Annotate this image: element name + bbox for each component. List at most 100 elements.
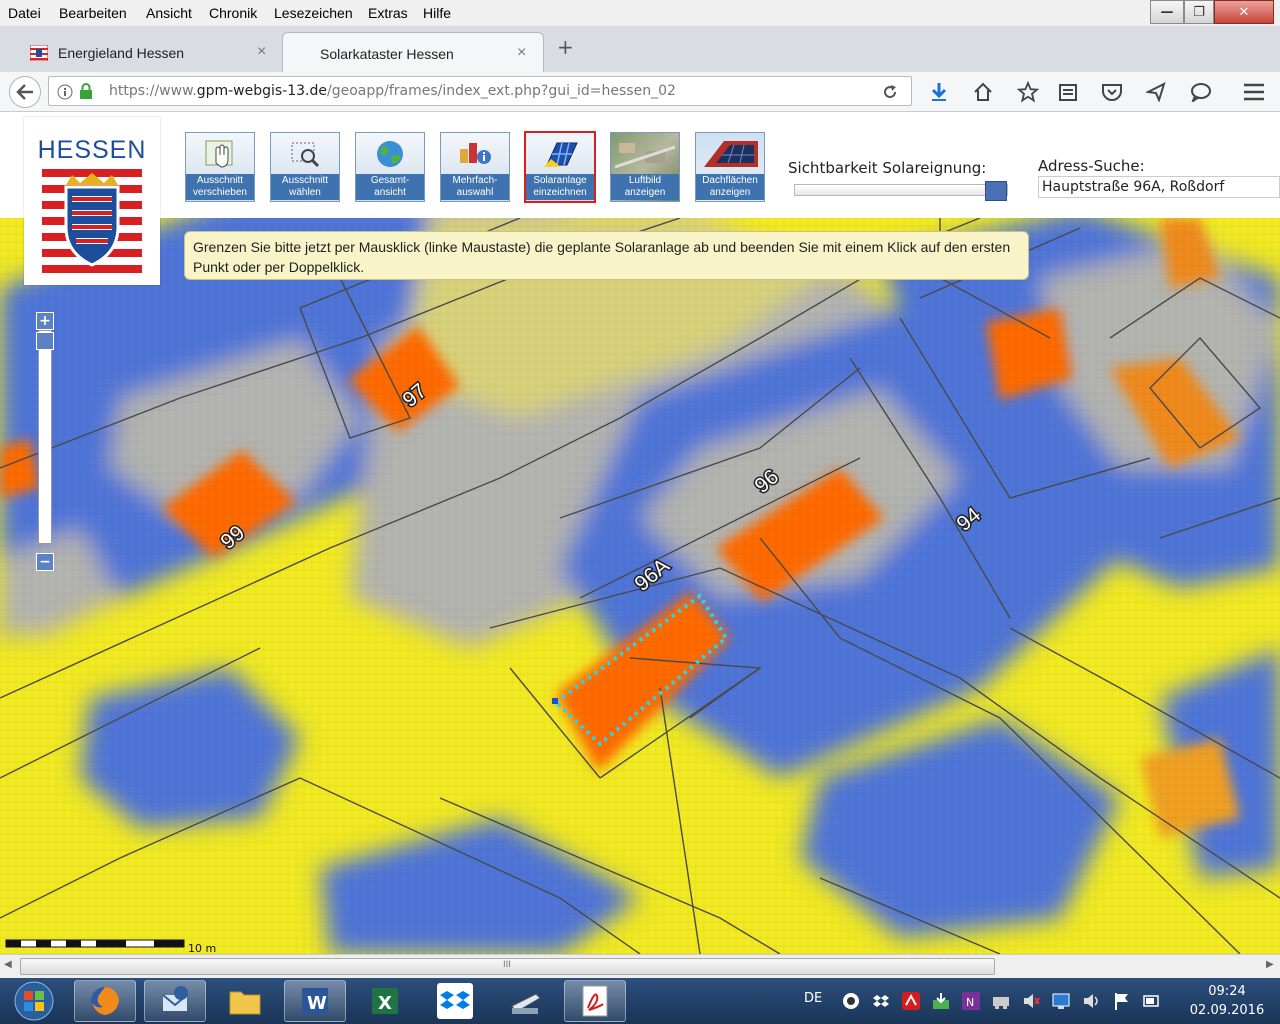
zoom-in-button[interactable]: + (36, 312, 54, 330)
aerial-photo-icon (615, 143, 675, 169)
tab-energieland-hessen[interactable]: Energieland Hessen × (20, 32, 280, 72)
bookmark-star-button[interactable] (1016, 80, 1040, 104)
taskbar-word[interactable]: W (284, 980, 346, 1022)
chat-button[interactable] (1189, 80, 1213, 104)
roof-surfaces-button[interactable]: Dachflächen anzeigen (695, 132, 765, 202)
tool-label-line2: verschieben (193, 187, 247, 198)
tool-label-line1: Ausschnitt (281, 175, 329, 186)
tool-label-line2: anzeigen (624, 187, 666, 198)
tray-action-center-flag-icon[interactable] (1112, 992, 1130, 1010)
menu-datei[interactable]: Datei (8, 5, 41, 21)
system-clock[interactable]: 09:24 02.09.2016 (1182, 982, 1272, 1020)
tray-download-icon[interactable] (932, 992, 950, 1010)
scroll-right-arrow-icon[interactable]: ▶ (1266, 959, 1274, 970)
scanner-icon (511, 993, 541, 1014)
multi-select-tool-button[interactable]: Mehrfach-auswahl (440, 132, 510, 202)
tab-solarkataster-hessen[interactable]: Solarkataster Hessen × (282, 32, 544, 72)
solar-map[interactable]: 94 97 99 96 96A 10 m + − Grenzen Sie bit… (0, 218, 1280, 954)
solar-suitability-raster: 94 97 99 96 96A 10 m (0, 218, 1280, 954)
download-button[interactable] (927, 80, 951, 104)
windows-taskbar: W X DE N 09:24 02.09.2016 (0, 978, 1280, 1024)
zoom-slider[interactable] (36, 330, 54, 544)
firefox-icon (91, 987, 119, 1015)
hamburger-menu-icon (1244, 83, 1264, 101)
visibility-slider[interactable] (794, 181, 1008, 201)
clock-date: 02.09.2016 (1189, 1003, 1265, 1018)
tool-label-line2: auswahl (456, 187, 494, 198)
svg-text:W: W (307, 993, 327, 1014)
full-view-tool-button[interactable]: Gesamt-ansicht (355, 132, 425, 202)
home-button[interactable] (971, 80, 995, 104)
tray-onenote-icon[interactable]: N (962, 992, 980, 1010)
tab-close-icon[interactable]: × (517, 44, 526, 62)
tool-label-line1: Solaranlage (533, 175, 587, 186)
tray-dropbox-icon[interactable] (872, 992, 890, 1010)
app-header: HESSEN Ausschnitt verschieben Ausschnitt w… (0, 113, 1280, 285)
reload-icon[interactable] (882, 84, 898, 100)
url-path: /geoapp/frames/index_ext.php?gui_id=hess… (327, 83, 676, 99)
close-window-button[interactable]: ✕ (1214, 0, 1274, 24)
menu-bearbeiten[interactable]: Bearbeiten (59, 5, 127, 21)
visibility-slider-handle[interactable] (985, 181, 1007, 201)
tool-label-line2: einzeichnen (533, 187, 587, 198)
menu-lesezeichen[interactable]: Lesezeichen (274, 5, 353, 21)
tray-security-icon[interactable] (842, 992, 860, 1010)
taskbar-scanner[interactable] (494, 980, 556, 1022)
taskbar-explorer[interactable] (214, 980, 276, 1022)
url-prefix: https://www. (109, 83, 197, 99)
zoom-box-icon (291, 142, 320, 168)
visibility-label: Sichtbarkeit Solareignung: (788, 159, 987, 177)
scrollbar-thumb[interactable]: III (20, 958, 995, 975)
tool-label-line1: Gesamt- (370, 175, 410, 186)
zoom-box-tool-button[interactable]: Ausschnitt wählen (270, 132, 340, 202)
bookmark-list-icon (1059, 84, 1077, 101)
zoom-out-button[interactable]: − (36, 553, 54, 571)
url-bar[interactable]: https://www.gpm-webgis-13.de/geoapp/fram… (48, 76, 912, 106)
start-button[interactable] (8, 978, 60, 1024)
taskbar-dropbox[interactable] (424, 980, 486, 1022)
tray-display-icon[interactable] (1052, 992, 1070, 1010)
dropbox-icon (437, 983, 473, 1019)
taskbar-firefox[interactable] (74, 980, 136, 1022)
tool-label-line1: Luftbild (628, 175, 662, 186)
minimize-button[interactable]: — (1150, 0, 1184, 24)
taskbar-excel[interactable]: X (354, 980, 416, 1022)
tray-speaker-icon[interactable] (1082, 992, 1100, 1010)
new-tab-button[interactable]: + (557, 35, 574, 59)
tray-network-icon[interactable] (992, 992, 1010, 1010)
horizontal-scrollbar[interactable]: ◀ III ▶ (0, 954, 1280, 978)
address-search-label: Adress-Suche: (1038, 157, 1145, 175)
zoom-slider-handle[interactable] (36, 332, 54, 350)
main-menu-button[interactable] (1242, 80, 1266, 104)
info-icon (57, 84, 73, 100)
logo-text: HESSEN (37, 136, 147, 164)
draw-solar-tool-button[interactable]: Solaranlage einzeichnen (524, 131, 596, 203)
menu-ansicht[interactable]: Ansicht (146, 5, 192, 21)
tray-power-icon[interactable] (1142, 992, 1160, 1010)
tool-label-line2: anzeigen (709, 187, 751, 198)
polygon-vertex-handle[interactable] (552, 698, 558, 704)
instruction-tooltip: Grenzen Sie bitte jetzt per Mausklick (l… (184, 231, 1029, 280)
tray-antivirus-icon[interactable] (902, 992, 920, 1010)
maximize-button[interactable]: ❐ (1184, 0, 1214, 24)
home-icon (974, 82, 992, 101)
globe-icon (377, 141, 403, 167)
input-language-indicator[interactable]: DE (804, 991, 822, 1006)
tray-volume-muted-icon[interactable] (1022, 992, 1040, 1010)
send-tab-button[interactable] (1144, 80, 1168, 104)
menu-extras[interactable]: Extras (368, 5, 408, 21)
pan-tool-button[interactable]: Ausschnitt verschieben (185, 132, 255, 202)
menu-hilfe[interactable]: Hilfe (423, 5, 451, 21)
pocket-button[interactable] (1100, 80, 1124, 104)
back-button[interactable] (9, 76, 41, 108)
address-search-input[interactable]: Hauptstraße 96A, Roßdorf (1038, 176, 1280, 198)
scroll-left-arrow-icon[interactable]: ◀ (4, 959, 12, 970)
taskbar-thunderbird[interactable] (144, 980, 206, 1022)
bookmarks-list-button[interactable] (1056, 80, 1080, 104)
taskbar-acrobat[interactable] (564, 980, 626, 1022)
aerial-photo-button[interactable]: Luftbild anzeigen (610, 132, 680, 202)
pocket-icon (1102, 84, 1122, 101)
menu-chronik[interactable]: Chronik (209, 5, 257, 21)
tab-close-icon[interactable]: × (257, 43, 266, 61)
tab-label: Energieland Hessen (58, 45, 185, 61)
